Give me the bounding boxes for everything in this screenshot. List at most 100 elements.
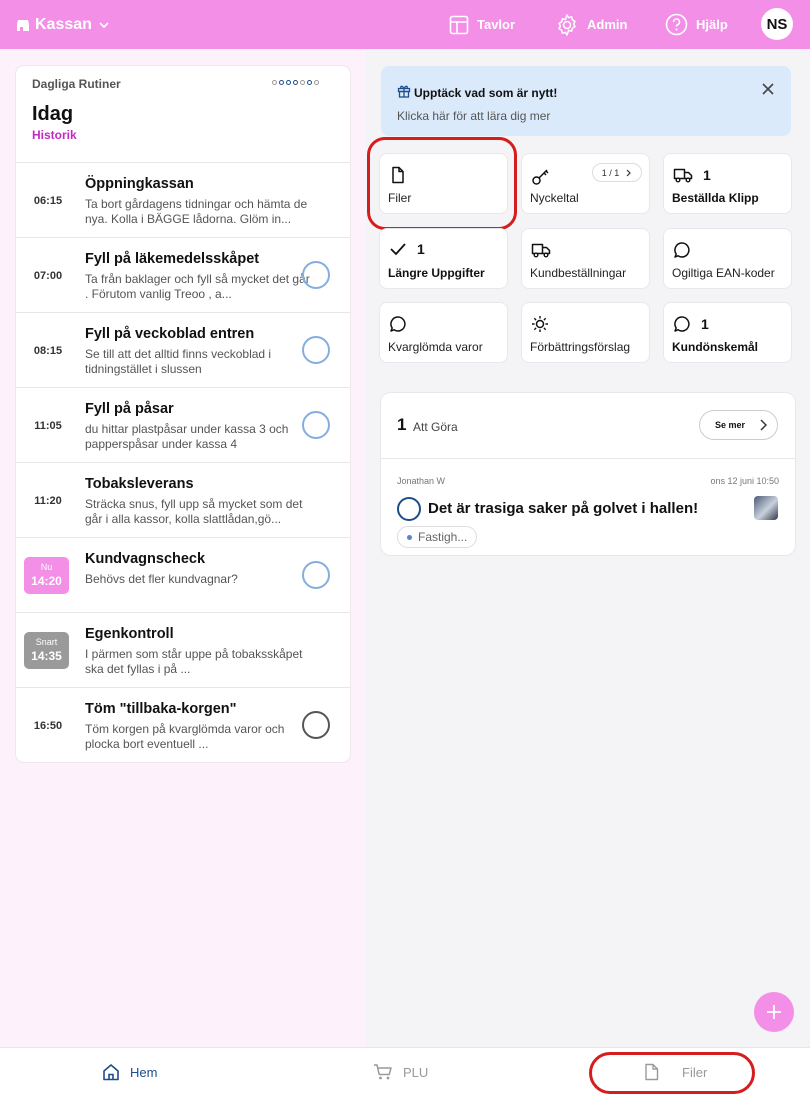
routine-item[interactable]: Snart 14:35 Egenkontroll I pärmen som st…	[16, 613, 350, 688]
help-icon	[665, 13, 688, 36]
tile-kpi[interactable]: 1 / 1 Nyckeltal	[522, 154, 649, 213]
routine-item[interactable]: 07:00 Fyll på läkemedelsskåpet Ta från b…	[16, 238, 350, 313]
routine-title: Tobaksleverans	[85, 476, 194, 492]
chevron-right-icon	[625, 169, 632, 177]
boards-label: Tavlor	[477, 17, 516, 32]
todo-header: 1 Att Göra Se mer	[381, 393, 795, 459]
page-dot[interactable]	[293, 80, 298, 85]
routine-desc: Ta från baklager och fyll så mycket det …	[85, 272, 310, 301]
badge-status: Nu	[40, 562, 53, 572]
routines-header: Dagliga Rutiner Idag Historik	[16, 66, 350, 163]
admin-label: Admin	[587, 17, 628, 32]
routine-time: 16:50	[33, 719, 63, 732]
nav-plu[interactable]: PLU	[373, 1048, 428, 1095]
tile-suggestions[interactable]: Förbättringsförslag	[522, 303, 649, 362]
banner-subtitle: Klicka här för att lära dig mer	[397, 109, 551, 123]
kpi-pager[interactable]: 1 / 1	[592, 163, 642, 182]
routine-time: 06:15	[33, 194, 63, 207]
store-name: Kassan	[35, 15, 92, 33]
now-badge: Nu 14:20	[24, 557, 69, 594]
page-dot[interactable]	[286, 80, 291, 85]
plus-icon	[766, 1004, 782, 1020]
routine-item[interactable]: 06:15 Öppningkassan Ta bort gårdagens ti…	[16, 163, 350, 238]
routine-title: Fyll på veckoblad entren	[85, 326, 255, 342]
tile-count: 1	[701, 316, 709, 332]
add-button[interactable]	[754, 992, 794, 1032]
complete-checkbox[interactable]	[302, 411, 330, 439]
store-selector[interactable]: Kassan	[16, 0, 111, 49]
close-icon[interactable]	[761, 82, 775, 96]
avatar[interactable]: NS	[761, 8, 793, 40]
nav-home-label: Hem	[130, 1064, 158, 1080]
task-title[interactable]: Det är trasiga saker på golvet i hallen!	[428, 500, 698, 517]
tile-header: 1	[389, 241, 425, 257]
complete-checkbox[interactable]	[302, 336, 330, 364]
admin-button[interactable]: Admin	[555, 0, 627, 49]
routine-item[interactable]: 08:15 Fyll på veckoblad entren Se till a…	[16, 313, 350, 388]
help-button[interactable]: Hjälp	[665, 0, 728, 49]
tile-header: 1	[673, 315, 709, 333]
routine-item[interactable]: 11:05 Fyll på påsar du hittar plastpåsar…	[16, 388, 350, 463]
tile-ordered-clips[interactable]: 1 Beställda Klipp	[664, 154, 791, 213]
page-dot[interactable]	[279, 80, 284, 85]
whats-new-banner[interactable]: Upptäck vad som är nytt! Klicka här för …	[381, 66, 791, 136]
highlight-ring	[589, 1052, 755, 1094]
nav-plu-label: PLU	[403, 1064, 429, 1080]
page-dot[interactable]	[272, 80, 277, 85]
task-date: ons 12 juni 10:50	[710, 476, 779, 486]
routine-time: 11:20	[34, 494, 62, 507]
task-thumbnail[interactable]	[754, 496, 778, 520]
routine-desc: Sträcka snus, fyll upp så mycket som det…	[85, 497, 303, 526]
routine-time: 07:00	[33, 269, 63, 282]
badge-time: 14:20	[31, 574, 62, 588]
daily-routines-card: Dagliga Rutiner Idag Historik 06:15 Öppn…	[16, 66, 350, 762]
routine-title: Egenkontroll	[85, 626, 174, 642]
history-link[interactable]: Historik	[32, 128, 77, 142]
page-dot[interactable]	[300, 80, 305, 85]
right-panel: Upptäck vad som är nytt! Klicka här för …	[366, 49, 810, 1047]
routine-title: Öppningkassan	[85, 176, 194, 192]
task-checkbox[interactable]	[397, 497, 421, 521]
tile-customer-requests[interactable]: 1 Kundönskemål	[664, 303, 791, 362]
routines-heading: Dagliga Rutiner	[32, 77, 121, 91]
routine-item[interactable]: Nu 14:20 Kundvagnscheck Behövs det fler …	[16, 538, 350, 613]
routine-title: Fyll på läkemedelsskåpet	[85, 251, 260, 267]
tile-forgotten-items[interactable]: Kvarglömda varor	[380, 303, 507, 362]
tile-invalid-ean[interactable]: Ogiltiga EAN-koder	[664, 229, 791, 288]
soon-badge: Snart 14:35	[24, 632, 69, 669]
routine-item[interactable]: 16:50 Töm "tillbaka-korgen" Töm korgen p…	[16, 688, 350, 762]
cart-icon	[373, 1063, 393, 1081]
home-icon	[102, 1063, 120, 1081]
chat-icon	[389, 315, 407, 333]
nav-home[interactable]: Hem	[102, 1048, 157, 1095]
todo-count: 1	[397, 415, 407, 434]
gear-icon	[555, 13, 579, 37]
tile-label: Kundönskemål	[672, 340, 759, 354]
routine-title: Fyll på påsar	[85, 401, 174, 417]
boards-button[interactable]: Tavlor	[449, 0, 515, 49]
page-dot[interactable]	[307, 80, 312, 85]
help-label: Hjälp	[696, 17, 728, 32]
complete-checkbox[interactable]	[302, 711, 330, 739]
todo-label: Att Göra	[413, 420, 458, 434]
gift-icon	[397, 84, 411, 98]
routine-desc: I pärmen som står uppe på tobaksskåpet s…	[85, 647, 303, 676]
tile-longer-tasks[interactable]: 1 Längre Uppgifter	[380, 229, 507, 288]
complete-checkbox[interactable]	[302, 261, 330, 289]
complete-checkbox[interactable]	[302, 561, 330, 589]
task-tag[interactable]: Fastigh...	[397, 526, 478, 548]
pager-text: 1 / 1	[601, 167, 620, 178]
page-dot[interactable]	[314, 80, 319, 85]
tile-label: Kundbeställningar	[530, 266, 627, 280]
tile-customer-orders[interactable]: Kundbeställningar	[522, 229, 649, 288]
routine-time: 08:15	[33, 344, 63, 357]
routine-item[interactable]: 11:20 Tobaksleverans Sträcka snus, fyll …	[16, 463, 350, 538]
truck-icon	[673, 166, 693, 184]
tag-dot-icon	[407, 534, 412, 540]
page-dots[interactable]	[272, 80, 319, 85]
chevron-down-icon	[97, 18, 111, 32]
todo-card: 1 Att Göra Se mer Jonathan W ons 12 juni…	[381, 393, 795, 555]
see-more-button[interactable]: Se mer	[699, 410, 778, 440]
routine-title: Kundvagnscheck	[85, 551, 206, 567]
badge-status: Snart	[35, 637, 58, 647]
